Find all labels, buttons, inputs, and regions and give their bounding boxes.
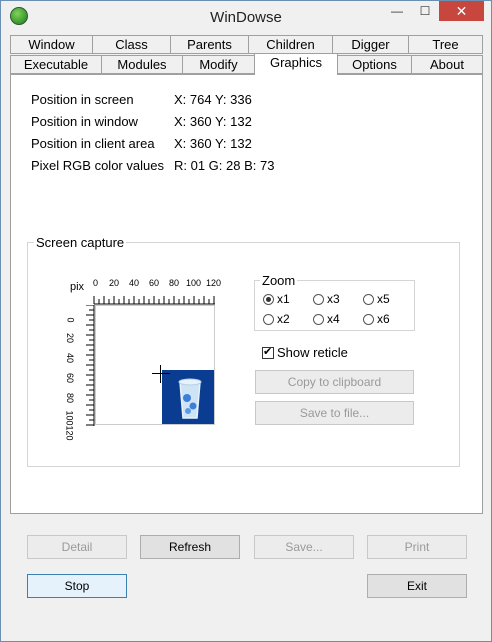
tab-options[interactable]: Options <box>337 55 412 74</box>
zoom-x3-radio[interactable]: x3 <box>313 292 340 306</box>
tab-class[interactable]: Class <box>92 35 171 54</box>
position-client-value: X: 360 Y: 132 <box>174 136 252 151</box>
zoom-x6-radio[interactable]: x6 <box>363 312 390 326</box>
tab-about[interactable]: About <box>411 55 483 74</box>
tab-executable[interactable]: Executable <box>10 55 102 74</box>
tab-graphics[interactable]: Graphics <box>254 53 338 75</box>
zoom-group: Zoom x1 x3 x5 x2 x4 x6 <box>254 273 415 331</box>
zoom-x3-label: x3 <box>327 292 340 306</box>
y-tick-80: 80 <box>65 392 76 404</box>
x-tick-100: 100 <box>186 278 202 288</box>
x-tick-0: 0 <box>93 278 99 288</box>
x-tick-120: 120 <box>206 278 222 288</box>
ruler-unit-label: pix <box>70 281 85 293</box>
position-window-value: X: 360 Y: 132 <box>174 114 252 129</box>
x-tick-60: 60 <box>149 278 160 288</box>
close-button[interactable]: ✕ <box>439 1 484 21</box>
pixel-rgb-value: R: 01 G: 28 B: 73 <box>174 158 275 173</box>
stop-button[interactable]: Stop <box>27 574 127 598</box>
screen-capture-group: Screen capture pix 0 20 40 60 80 100 120 <box>27 235 460 467</box>
tab-tree[interactable]: Tree <box>408 35 483 54</box>
tab-digger[interactable]: Digger <box>332 35 409 54</box>
y-tick-20: 20 <box>65 332 76 344</box>
radio-icon <box>363 314 374 325</box>
y-tick-40: 40 <box>65 352 76 364</box>
zoom-x5-radio[interactable]: x5 <box>363 292 390 306</box>
y-tick-100: 100 <box>64 410 75 426</box>
x-tick-80: 80 <box>169 278 180 288</box>
show-reticle-checkbox[interactable]: Show reticle <box>262 345 348 360</box>
tab-parents[interactable]: Parents <box>170 35 249 54</box>
radio-icon <box>263 314 274 325</box>
position-screen-label: Position in screen <box>31 92 134 107</box>
zoom-x4-label: x4 <box>327 312 340 326</box>
save-button[interactable]: Save... <box>254 535 354 559</box>
screen-capture-title: Screen capture <box>34 235 127 250</box>
radio-icon <box>313 314 324 325</box>
y-tick-0: 0 <box>65 317 76 323</box>
maximize-button[interactable]: ☐ <box>412 1 438 21</box>
y-tick-120: 120 <box>64 425 75 441</box>
zoom-x1-radio[interactable]: x1 <box>263 292 290 306</box>
print-button[interactable]: Print <box>367 535 467 559</box>
screen-capture-view[interactable] <box>95 305 215 425</box>
x-tick-40: 40 <box>129 278 140 288</box>
recycle-bin-icon <box>178 378 202 419</box>
graphics-panel: Position in screen X: 764 Y: 336 Positio… <box>10 74 483 514</box>
tab-window[interactable]: Window <box>10 35 93 54</box>
zoom-x1-label: x1 <box>277 292 290 306</box>
position-client-label: Position in client area <box>31 136 155 151</box>
reticle-horizontal <box>152 373 170 374</box>
copy-to-clipboard-button[interactable]: Copy to clipboard <box>255 370 414 394</box>
exit-button[interactable]: Exit <box>367 574 467 598</box>
refresh-button[interactable]: Refresh <box>140 535 240 559</box>
zoom-x4-radio[interactable]: x4 <box>313 312 340 326</box>
save-to-file-button[interactable]: Save to file... <box>255 401 414 425</box>
zoom-x2-label: x2 <box>277 312 290 326</box>
captured-image <box>162 370 214 424</box>
radio-icon <box>313 294 324 305</box>
position-window-label: Position in window <box>31 114 138 129</box>
radio-selected-icon <box>263 294 274 305</box>
detail-button[interactable]: Detail <box>27 535 127 559</box>
minimize-button[interactable]: — <box>384 1 410 21</box>
pixel-rgb-label: Pixel RGB color values <box>31 158 164 173</box>
position-screen-value: X: 764 Y: 336 <box>174 92 252 107</box>
radio-icon <box>363 294 374 305</box>
zoom-x6-label: x6 <box>377 312 390 326</box>
y-tick-labels: 0 20 40 60 80 100 120 <box>64 305 82 440</box>
zoom-title: Zoom <box>260 273 298 288</box>
title-bar[interactable]: WinDowse — ☐ ✕ <box>1 1 491 31</box>
zoom-x5-label: x5 <box>377 292 390 306</box>
app-window: WinDowse — ☐ ✕ Window Class Parents Chil… <box>0 0 492 642</box>
zoom-x2-radio[interactable]: x2 <box>263 312 290 326</box>
tab-modules[interactable]: Modules <box>101 55 183 74</box>
tab-modify[interactable]: Modify <box>182 55 255 74</box>
x-tick-20: 20 <box>109 278 120 288</box>
tab-children[interactable]: Children <box>248 35 333 54</box>
reticle-vertical <box>160 365 161 383</box>
y-tick-60: 60 <box>65 372 76 384</box>
show-reticle-label: Show reticle <box>277 345 348 360</box>
checkbox-checked-icon <box>262 345 274 359</box>
x-tick-labels: 0 20 40 60 80 100 120 <box>93 278 224 290</box>
